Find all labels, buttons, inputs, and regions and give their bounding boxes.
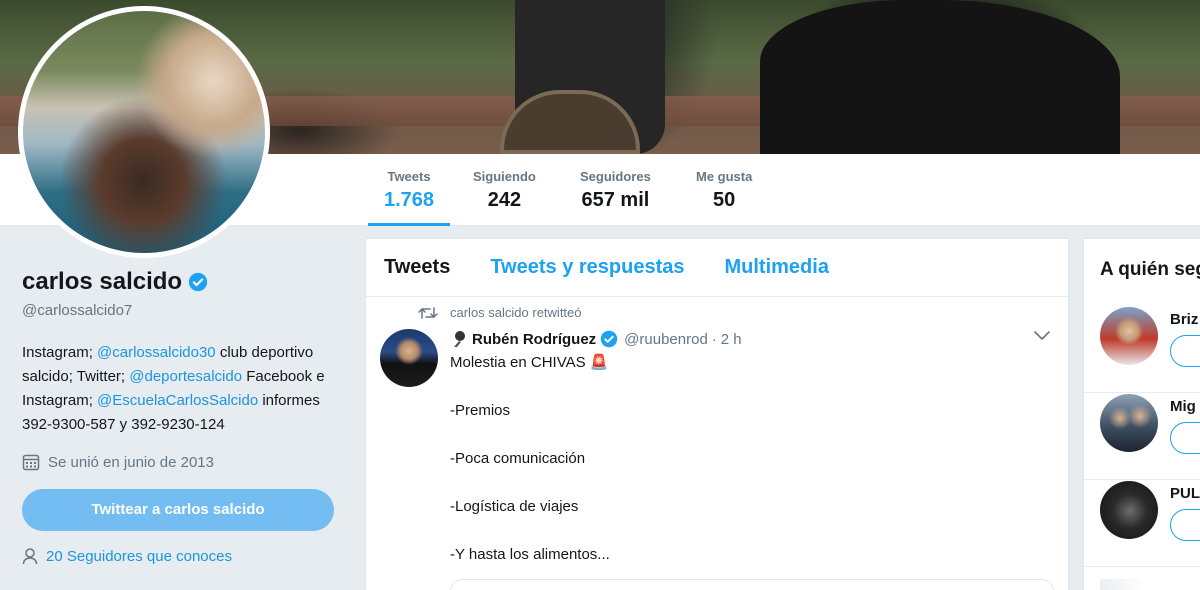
tweet-line: -Logística de viajes xyxy=(450,498,579,515)
tweet-line: -Premios xyxy=(450,402,511,419)
tab-tweets[interactable]: Tweets xyxy=(384,256,450,279)
follow-button[interactable] xyxy=(1170,509,1200,541)
tweet-text: Molestia en CHIVAS 🚨 -Premios -Poca comu… xyxy=(450,351,610,590)
stat-following[interactable]: Siguiendo 242 xyxy=(471,168,538,226)
stat-likes[interactable]: Me gusta 50 xyxy=(694,168,754,226)
tweet-line: Molestia en CHIVAS 🚨 xyxy=(450,354,609,371)
bio-link-twitter[interactable]: @deportesalcido xyxy=(129,368,242,385)
tweet-line: -Poca comunicación xyxy=(450,450,586,467)
who-to-follow-item[interactable]: Mig xyxy=(1084,394,1200,480)
bio-link-school[interactable]: @EscuelaCarlosSalcido xyxy=(97,392,258,409)
retweet-context: carlos salcido retwitteó xyxy=(418,305,582,320)
profile-bio: Instagram; @carlossalcido30 club deporti… xyxy=(22,341,334,437)
tab-tweets-and-replies[interactable]: Tweets y respuestas xyxy=(490,256,684,279)
tweet-author-name[interactable]: Rubén Rodríguez xyxy=(472,331,596,348)
tweet-author-handle[interactable]: @ruubenrod xyxy=(624,331,708,348)
stat-label: Tweets xyxy=(387,169,431,184)
profile-handle[interactable]: @carlossalcido7 xyxy=(22,302,342,319)
tweet-separator: · xyxy=(711,330,717,348)
tweet-author-avatar[interactable] xyxy=(380,329,438,387)
tweet-media-card[interactable] xyxy=(450,579,1054,590)
stat-value: 1.768 xyxy=(384,189,435,211)
who-to-follow-title: A quién seguir xyxy=(1100,259,1200,280)
verified-badge-icon xyxy=(188,272,208,292)
suggested-user-avatar[interactable] xyxy=(1100,394,1158,452)
stat-label: Seguidores xyxy=(580,169,651,184)
tweet-header: Rubén Rodríguez @ruubenrod · 2 h xyxy=(450,329,742,349)
followers-you-know-text: 20 Seguidores que conoces xyxy=(46,547,232,565)
suggested-user-avatar[interactable] xyxy=(1100,307,1158,365)
retweet-icon xyxy=(418,306,438,319)
timeline-tabs: Tweets Tweets y respuestas Multimedia xyxy=(366,239,1068,297)
calendar-icon xyxy=(22,454,40,471)
bio-text: Instagram; xyxy=(22,344,98,361)
profile-name-row: carlos salcido xyxy=(22,268,342,296)
stat-tweets[interactable]: Tweets 1.768 xyxy=(367,168,451,226)
microphone-icon xyxy=(454,331,465,347)
profile-avatar[interactable] xyxy=(18,6,270,258)
tab-media[interactable]: Multimedia xyxy=(725,256,829,279)
suggested-user-name[interactable]: Briz xyxy=(1170,311,1198,328)
join-date-text: Se unió en junio de 2013 xyxy=(48,453,214,471)
who-to-follow-item[interactable]: PUL xyxy=(1084,481,1200,567)
chevron-down-icon[interactable] xyxy=(1034,331,1050,341)
bio-link-instagram[interactable]: @carlossalcido30 xyxy=(97,344,216,361)
stat-label: Me gusta xyxy=(696,169,753,184)
profile-name[interactable]: carlos salcido xyxy=(22,268,182,296)
follow-button[interactable] xyxy=(1170,422,1200,454)
suggested-user-name[interactable]: Mig xyxy=(1170,398,1196,415)
follow-button[interactable] xyxy=(1170,335,1200,367)
stat-label: Siguiendo xyxy=(473,169,536,184)
suggested-user-name[interactable]: PUL xyxy=(1170,485,1200,502)
who-to-follow-item[interactable]: Briz xyxy=(1084,307,1200,393)
tweet-line: -Y hasta los alimentos... xyxy=(450,546,610,563)
who-to-follow-panel: A quién seguir Briz Mig PUL xyxy=(1083,238,1200,590)
followers-you-know-link[interactable]: 20 Seguidores que conoces xyxy=(22,547,342,565)
banner-horse xyxy=(760,0,1120,154)
tweet-timestamp[interactable]: 2 h xyxy=(721,331,742,348)
verified-badge-icon xyxy=(600,330,618,348)
next-suggestion-preview xyxy=(1100,579,1146,590)
timeline: Tweets Tweets y respuestas Multimedia ca… xyxy=(365,238,1069,590)
profile-sidebar: carlos salcido @carlossalcido7 Instagram… xyxy=(22,268,342,565)
stat-value: 657 mil xyxy=(581,189,650,211)
join-date: Se unió en junio de 2013 xyxy=(22,453,342,471)
retweet-context-text[interactable]: carlos salcido retwitteó xyxy=(450,305,582,320)
person-icon xyxy=(22,548,38,565)
stat-followers[interactable]: Seguidores 657 mil xyxy=(578,168,653,226)
suggested-user-avatar[interactable] xyxy=(1100,481,1158,539)
stat-value: 242 xyxy=(487,189,522,211)
stat-value: 50 xyxy=(713,189,736,211)
tweet-to-button[interactable]: Twittear a carlos salcido xyxy=(22,489,334,531)
